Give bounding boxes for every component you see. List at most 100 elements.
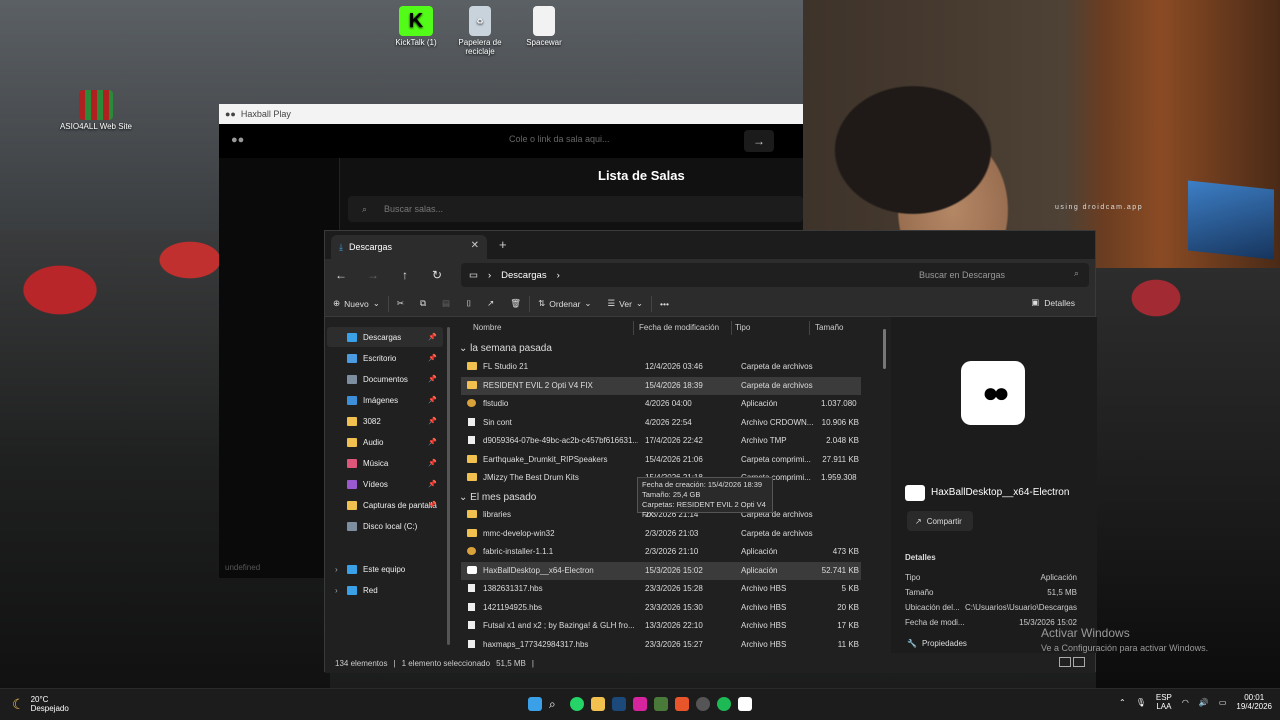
sidebar-item-im-genes[interactable]: Imágenes 📌 [327, 390, 443, 410]
chevron-right-icon[interactable]: › [335, 586, 338, 595]
new-button[interactable]: ⊕ Nuevo ⌄ [325, 298, 388, 309]
language-indicator[interactable]: ESP LAA [1156, 693, 1172, 711]
battery-icon[interactable]: ▭ [1219, 698, 1227, 707]
minecraft-icon[interactable] [654, 697, 668, 711]
spotify-icon[interactable] [717, 697, 731, 711]
new-tab-button[interactable]: + [499, 237, 507, 252]
group-header-last-week[interactable]: ⌄ la semana pasada [459, 343, 552, 354]
volume-icon[interactable]: 🔊 [1199, 698, 1209, 707]
search-icon[interactable]: ⌕ [549, 697, 563, 711]
sidebar-item-disco-local-c-[interactable]: Disco local (C:) [327, 516, 443, 536]
haxball-icon[interactable] [738, 697, 752, 711]
sidebar-item-3082[interactable]: 3082 📌 [327, 411, 443, 431]
sidebar-item-v-deos[interactable]: Vídeos 📌 [327, 474, 443, 494]
up-button[interactable]: ↑ [389, 268, 421, 282]
wifi-icon[interactable]: ◠ [1182, 698, 1189, 707]
steam-icon[interactable] [612, 697, 626, 711]
share-button[interactable]: ↗ Compartir [907, 511, 973, 531]
column-name[interactable]: Nombre [473, 323, 501, 332]
view-label: Ver [619, 298, 632, 309]
address-bar[interactable]: ▭ › Descargas › [461, 263, 921, 287]
room-search-input[interactable]: ⌕ Buscar salas... [348, 196, 803, 222]
haxball-titlebar[interactable]: ●● Haxball Play [219, 104, 803, 124]
tiles-view-button[interactable] [1073, 657, 1085, 667]
group-label: El mes pasado [470, 492, 537, 503]
microphone-icon[interactable]: 🎙 [1136, 698, 1146, 707]
more-options-button[interactable]: ••• [652, 299, 677, 309]
cell-name: flstudio [483, 399, 509, 408]
brave-icon[interactable] [675, 697, 689, 711]
cell-date: 4/2026 04:00 [645, 399, 692, 408]
table-row[interactable]: d9059364-07be-49bc-ac2b-c457bf616631... 1… [461, 432, 861, 450]
sidebar-item-m-sica[interactable]: Música 📌 [327, 453, 443, 473]
desktop-icon-asio4all[interactable]: ASIO4ALL Web Site [59, 90, 133, 131]
tab-descargas[interactable]: ⤓ Descargas ✕ [331, 235, 487, 259]
sidebar-item-audio[interactable]: Audio 📌 [327, 432, 443, 452]
chevron-right-icon[interactable]: › [335, 565, 338, 574]
search-input[interactable]: Buscar en Descargas ⌕ [909, 263, 1089, 287]
table-row[interactable]: 1382631317.hbs 23/3/2026 15:28 Archivo HBS… [461, 580, 861, 598]
clock[interactable]: 00:01 19/4/2026 [1236, 693, 1272, 711]
copy-button[interactable]: ⧉ [412, 298, 434, 309]
table-row[interactable]: FL Studio 21 12/4/2026 03:46 Carpeta de ar… [461, 358, 861, 376]
table-row[interactable]: HaxBallDesktop__x64-Electron 15/3/2026 15… [461, 562, 861, 580]
desktop-icon-spacewar[interactable]: Spacewar [507, 6, 581, 47]
forward-button[interactable]: → [357, 268, 389, 282]
sidebar-item-documentos[interactable]: Documentos 📌 [327, 369, 443, 389]
file-explorer-icon[interactable] [591, 697, 605, 711]
details-view-button[interactable] [1059, 657, 1071, 667]
table-row[interactable]: flstudio 4/2026 04:00 Aplicación 1.037.080 … [461, 395, 861, 413]
weather-widget[interactable]: ☾ 20°C Despejado [12, 695, 69, 713]
details-pane-button[interactable]: ▣ Detalles [1023, 297, 1083, 308]
column-size[interactable]: Tamaño [815, 323, 843, 332]
sidebar-item-este-equipo[interactable]: › Este equipo [327, 559, 443, 579]
sort-button[interactable]: ⇅ Ordenar ⌄ [530, 298, 599, 309]
table-row[interactable]: haxmaps_177342984317.hbs 23/3/2026 15:27 A… [461, 636, 861, 654]
table-row[interactable]: mmc-develop-win32 2/3/2026 21:03 Carpeta d… [461, 525, 861, 543]
table-row[interactable]: 1421194925.hbs 23/3/2026 15:30 Archivo HBS… [461, 599, 861, 617]
back-button[interactable]: ← [325, 268, 357, 282]
chevron-up-icon[interactable]: ⌃ [1119, 698, 1126, 707]
start-icon[interactable] [528, 697, 542, 711]
haxball-icon [467, 566, 477, 574]
view-button[interactable]: ☰ Ver ⌄ [600, 298, 652, 309]
table-row[interactable]: Futsal x1 and x2 ; by Bazinga! & GLH fro… [461, 617, 861, 635]
table-row[interactable]: Earthquake_Drumkit_RIPSpeakers 15/4/2026 … [461, 451, 861, 469]
desktop-icon-recycle-bin[interactable]: ♻ Papelera de reciclaje [443, 6, 517, 56]
instagram-icon[interactable] [633, 697, 647, 711]
webcam-overlay: using droidcam.app [803, 0, 1280, 268]
sidebar-item-capturas-de-pantalla[interactable]: Capturas de pantalla 📌 [327, 495, 443, 515]
folder-icon [467, 529, 477, 537]
breadcrumb-descargas[interactable]: Descargas [501, 270, 546, 281]
cell-date: 23/3/2026 15:27 [645, 640, 703, 649]
refresh-button[interactable]: ↻ [421, 268, 453, 282]
table-row[interactable]: fabric-installer-1.1.1 2/3/2026 21:10 Apli… [461, 543, 861, 561]
cut-button[interactable]: ✂ [389, 298, 412, 309]
cell-name: Earthquake_Drumkit_RIPSpeakers [483, 455, 608, 464]
group-header-last-month[interactable]: ⌄ El mes pasado [459, 492, 536, 503]
go-arrow-button[interactable]: → [744, 130, 774, 152]
sidebar-item-red[interactable]: › Red [327, 580, 443, 600]
whatsapp-icon[interactable] [570, 697, 584, 711]
file-list-scrollbar[interactable] [883, 329, 886, 369]
sidebar-item-escritorio[interactable]: Escritorio 📌 [327, 348, 443, 368]
chatgpt-icon[interactable] [696, 697, 710, 711]
column-date[interactable]: Fecha de modificación [639, 323, 719, 332]
close-icon[interactable]: ✕ [471, 240, 479, 251]
sidebar-item-label: Documentos [363, 374, 408, 384]
share-button[interactable]: ↗ [479, 298, 502, 309]
cell-date: 23/3/2026 15:28 [645, 584, 703, 593]
table-row[interactable]: Sin cont 4/2026 22:54 Archivo CRDOWN... 10.… [461, 414, 861, 432]
paste-button[interactable]: ▤ [434, 298, 458, 309]
desktop-icon-kicktalk[interactable]: K KickTalk (1) [379, 6, 453, 47]
sidebar-text: undefined [225, 563, 261, 572]
column-type[interactable]: Tipo [735, 323, 750, 332]
nav-scrollbar[interactable] [447, 327, 450, 645]
background-monitor [1188, 180, 1274, 260]
room-link-input[interactable]: Cole o link da sala aqui... [509, 134, 610, 144]
properties-button[interactable]: 🔧 Propiedades [907, 639, 967, 648]
table-row[interactable]: RESIDENT EVIL 2 Opti V4 FIX 15/4/2026 18:… [461, 377, 861, 395]
rename-button[interactable]: ⌷ [458, 298, 479, 309]
sidebar-item-descargas[interactable]: Descargas 📌 [327, 327, 443, 347]
delete-button[interactable]: 🗑 [502, 298, 529, 309]
